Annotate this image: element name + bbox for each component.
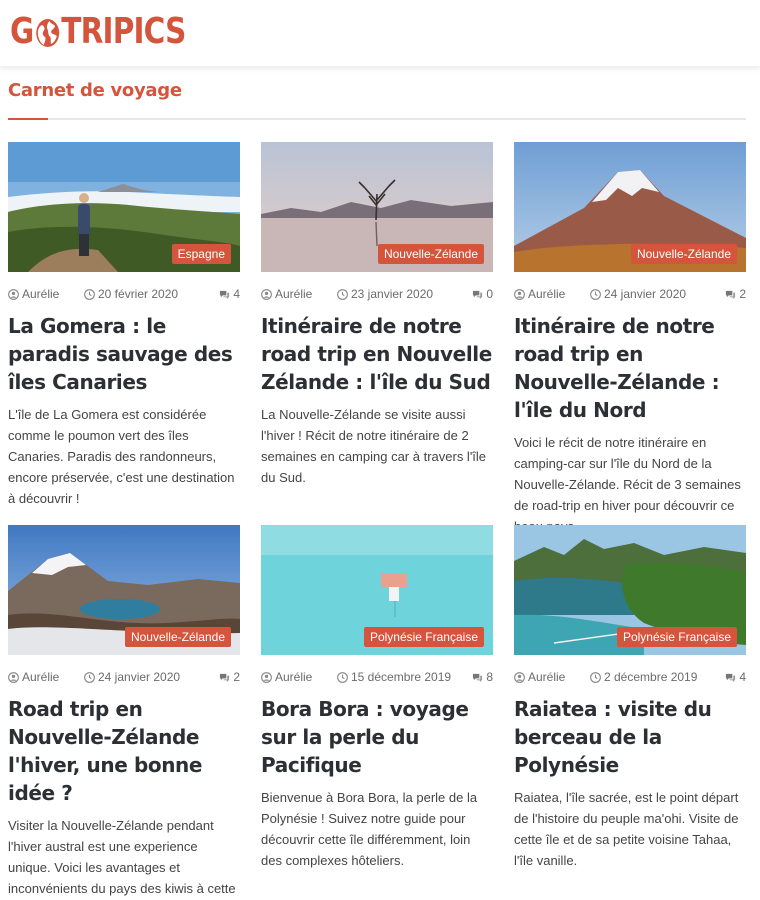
section-title: Carnet de voyage bbox=[8, 80, 182, 101]
post-card: Nouvelle-Zélande Aurélie 23 janvier 2020… bbox=[261, 142, 493, 488]
post-date: 23 janvier 2020 bbox=[337, 287, 433, 301]
post-meta: Aurélie 23 janvier 2020 0 bbox=[261, 287, 493, 305]
post-excerpt: La Nouvelle-Zélande se visite aussi l'hi… bbox=[261, 407, 487, 485]
post-title[interactable]: Itinéraire de notre road trip en Nouvell… bbox=[514, 312, 746, 424]
post-meta: Aurélie 20 février 2020 4 bbox=[8, 287, 240, 305]
site-header: G TRIPICS bbox=[0, 0, 760, 66]
user-icon bbox=[8, 671, 19, 683]
post-comments[interactable]: 4 bbox=[725, 670, 746, 684]
post-thumbnail[interactable]: Espagne bbox=[8, 142, 240, 272]
post-comments[interactable]: 4 bbox=[219, 287, 240, 301]
category-badge[interactable]: Nouvelle-Zélande bbox=[124, 627, 231, 647]
post-author[interactable]: Aurélie bbox=[514, 670, 565, 684]
post-excerpt: Voici le récit de notre itinéraire en ca… bbox=[514, 435, 741, 534]
post-author[interactable]: Aurélie bbox=[8, 670, 59, 684]
post-date: 24 janvier 2020 bbox=[84, 670, 180, 684]
user-icon bbox=[514, 288, 525, 300]
clock-icon bbox=[84, 288, 95, 300]
comments-icon bbox=[473, 290, 483, 299]
post-card: Polynésie Française Aurélie 15 décembre … bbox=[261, 525, 493, 871]
post-thumbnail[interactable]: Polynésie Française bbox=[514, 525, 746, 655]
post-author[interactable]: Aurélie bbox=[8, 287, 59, 301]
user-icon bbox=[8, 288, 19, 300]
comments-icon bbox=[473, 673, 483, 682]
category-badge[interactable]: Nouvelle-Zélande bbox=[377, 244, 484, 264]
post-card: Polynésie Française Aurélie 2 décembre 2… bbox=[514, 525, 746, 871]
post-excerpt: L'île de La Gomera est considérée comme … bbox=[8, 407, 235, 506]
clock-icon bbox=[590, 288, 601, 300]
user-icon bbox=[514, 671, 525, 683]
user-icon bbox=[261, 288, 272, 300]
post-title[interactable]: Itinéraire de notre road trip en Nouvell… bbox=[261, 312, 493, 396]
post-title[interactable]: Bora Bora : voyage sur la perle du Pacif… bbox=[261, 695, 493, 779]
post-meta: Aurélie 2 décembre 2019 4 bbox=[514, 670, 746, 688]
post-comments[interactable]: 2 bbox=[725, 287, 746, 301]
post-date: 24 janvier 2020 bbox=[590, 287, 686, 301]
post-date: 20 février 2020 bbox=[84, 287, 178, 301]
comments-icon bbox=[220, 673, 230, 682]
post-thumbnail[interactable]: Nouvelle-Zélande bbox=[8, 525, 240, 655]
globe-icon bbox=[35, 19, 59, 47]
post-comments[interactable]: 8 bbox=[472, 670, 493, 684]
post-card: Nouvelle-Zélande Aurélie 24 janvier 2020… bbox=[8, 525, 240, 900]
site-logo[interactable]: G TRIPICS bbox=[10, 12, 224, 52]
clock-icon bbox=[337, 671, 348, 683]
logo-wordmark: G TRIPICS bbox=[10, 11, 186, 52]
comments-icon bbox=[726, 290, 736, 299]
post-meta: Aurélie 24 janvier 2020 2 bbox=[514, 287, 746, 305]
comments-icon bbox=[220, 290, 230, 299]
post-title[interactable]: Road trip en Nouvelle-Zélande l'hiver, u… bbox=[8, 695, 240, 807]
post-excerpt: Raiatea, l'île sacrée, est le point dépa… bbox=[514, 790, 739, 868]
post-comments[interactable]: 0 bbox=[472, 287, 493, 301]
post-comments[interactable]: 2 bbox=[219, 670, 240, 684]
clock-icon bbox=[84, 671, 95, 683]
category-badge[interactable]: Polynésie Française bbox=[363, 627, 484, 647]
post-thumbnail[interactable]: Nouvelle-Zélande bbox=[261, 142, 493, 272]
post-date: 2 décembre 2019 bbox=[590, 670, 697, 684]
post-card: Espagne Aurélie 20 février 2020 4 La Gom… bbox=[8, 142, 240, 509]
comments-icon bbox=[726, 673, 736, 682]
post-date: 15 décembre 2019 bbox=[337, 670, 451, 684]
category-badge[interactable]: Nouvelle-Zélande bbox=[630, 244, 737, 264]
post-excerpt: Visiter la Nouvelle-Zélande pendant l'hi… bbox=[8, 818, 236, 896]
post-meta: Aurélie 24 janvier 2020 2 bbox=[8, 670, 240, 688]
clock-icon bbox=[590, 671, 601, 683]
post-card: Nouvelle-Zélande Aurélie 24 janvier 2020… bbox=[514, 142, 746, 537]
post-excerpt: Bienvenue à Bora Bora, la perle de la Po… bbox=[261, 790, 478, 868]
post-thumbnail[interactable]: Polynésie Française bbox=[261, 525, 493, 655]
post-title[interactable]: La Gomera : le paradis sauvage des îles … bbox=[8, 312, 240, 396]
category-badge[interactable]: Espagne bbox=[171, 244, 231, 264]
post-author[interactable]: Aurélie bbox=[261, 670, 312, 684]
post-meta: Aurélie 15 décembre 2019 8 bbox=[261, 670, 493, 688]
post-thumbnail[interactable]: Nouvelle-Zélande bbox=[514, 142, 746, 272]
section-divider-accent bbox=[8, 118, 48, 120]
category-badge[interactable]: Polynésie Française bbox=[616, 627, 737, 647]
post-title[interactable]: Raiatea : visite du berceau de la Polyné… bbox=[514, 695, 746, 779]
clock-icon bbox=[337, 288, 348, 300]
user-icon bbox=[261, 671, 272, 683]
post-author[interactable]: Aurélie bbox=[261, 287, 312, 301]
section-divider bbox=[8, 118, 746, 120]
post-author[interactable]: Aurélie bbox=[514, 287, 565, 301]
